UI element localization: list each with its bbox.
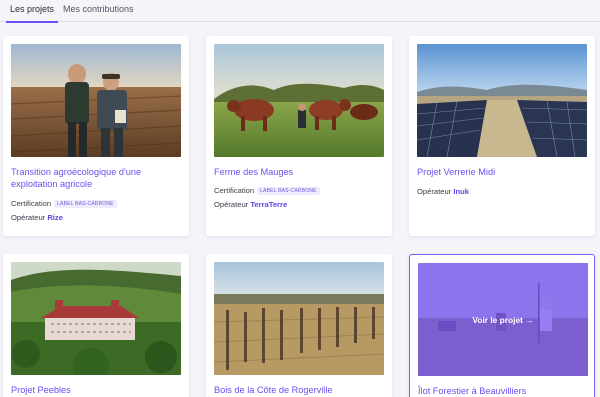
operator-row: Opérateur Inuk	[417, 187, 469, 196]
project-image-hotel-hills	[11, 262, 181, 375]
project-title[interactable]: Projet Peebles	[11, 384, 183, 396]
project-card-ferme-des-mauges[interactable]: Ferme des Mauges Certification LABEL BAS-…	[206, 36, 392, 236]
project-card-peebles[interactable]: Projet Peebles	[3, 254, 189, 397]
project-tabs: Les projets Mes contributions	[0, 0, 600, 23]
project-image-field-workers: Voir le projet →	[418, 263, 588, 376]
project-card-bois-cote-rogerville[interactable]: Bois de la Côte de Rogerville	[206, 254, 392, 397]
project-title[interactable]: Transition agroécologique d'une exploita…	[11, 166, 183, 190]
certification-row: Certification LABEL BAS-CARBONE	[214, 186, 320, 195]
label-bas-carbone-badge: LABEL BAS-CARBONE	[257, 187, 320, 195]
voir-le-projet-link[interactable]: Voir le projet →	[472, 315, 533, 325]
operator-row: Opérateur TerraTerre	[214, 200, 288, 209]
project-title[interactable]: Bois de la Côte de Rogerville	[214, 384, 386, 396]
tab-mes-contributions[interactable]: Mes contributions	[63, 4, 134, 22]
project-image-cattle-pasture	[214, 44, 384, 157]
project-card-ilot-forestier-beauvilliers[interactable]: Voir le projet → Îlot Forestier à Beauvi…	[409, 254, 595, 397]
project-title[interactable]: Ferme des Mauges	[214, 166, 386, 178]
project-card-transition-agroecologique[interactable]: Transition agroécologique d'une exploita…	[3, 36, 189, 236]
tab-les-projets[interactable]: Les projets	[5, 4, 59, 23]
project-title[interactable]: Îlot Forestier à Beauvilliers	[418, 385, 590, 397]
operator-name: Inuk	[453, 187, 469, 196]
project-image-young-forest	[214, 262, 384, 375]
operator-row: Opérateur Rize	[11, 213, 63, 222]
operator-name: TerraTerre	[250, 200, 288, 209]
operator-name: Rize	[47, 213, 63, 222]
project-title[interactable]: Projet Verrerie Midi	[417, 166, 589, 178]
project-image-solar-farm	[417, 44, 587, 157]
project-image-farmers-field	[11, 44, 181, 157]
label-bas-carbone-badge: LABEL BAS-CARBONE	[54, 200, 117, 208]
project-card-verrerie-midi[interactable]: Projet Verrerie Midi Opérateur Inuk	[409, 36, 595, 236]
hover-overlay[interactable]: Voir le projet →	[418, 263, 588, 376]
certification-row: Certification LABEL BAS-CARBONE	[11, 199, 117, 208]
